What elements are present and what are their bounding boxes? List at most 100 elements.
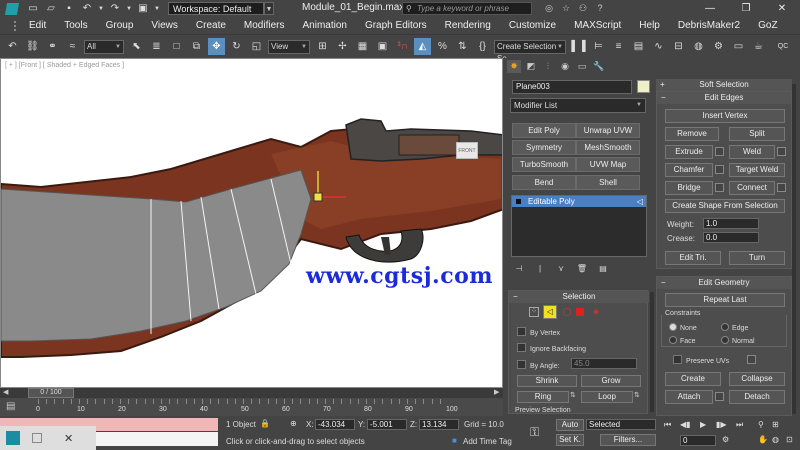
previous-frame-icon[interactable]: ◀▮ [680,420,691,429]
ribbon-toggle-icon[interactable]: ▤ [630,38,647,55]
pivot-center-icon[interactable]: ⊞ [314,38,331,55]
x-coordinate-field[interactable]: -43.034 [315,419,355,430]
modifier-button-shell[interactable]: Shell [576,175,640,190]
workspace-dropdown-arrow-icon[interactable]: ▼ [264,2,274,15]
turn-button[interactable]: Turn [729,251,785,265]
create-shape-from-selection-button[interactable]: Create Shape From Selection [665,199,785,213]
motion-tab-icon[interactable]: ◉ [558,60,572,73]
edit-tri-button[interactable]: Edit Tri. [665,251,721,265]
extrude-settings-icon[interactable] [715,147,724,156]
ring-spinner-icon[interactable]: ⇅ [570,391,576,399]
time-slider[interactable]: ◀ 0 / 100 ▶ [0,388,503,398]
grow-button[interactable]: Grow [581,375,641,387]
undo-icon[interactable]: ↶ [80,3,94,15]
by-angle-spinner[interactable]: 45.0 [571,358,637,369]
restore-icon[interactable] [32,433,42,443]
maximize-button[interactable]: ❐ [728,0,764,17]
modifier-list-dropdown[interactable]: Modifier List [510,98,646,113]
border-mode-icon[interactable]: ◯ [562,307,572,317]
constraint-face-radio[interactable]: Face [669,336,696,345]
display-tab-icon[interactable]: ▭ [575,60,589,73]
y-coordinate-field[interactable]: -5.001 [367,419,407,430]
undo-dropdown-icon[interactable]: ▼ [98,3,104,15]
material-editor-icon[interactable]: ◍ [690,38,707,55]
left-panel-scrollbar[interactable] [650,292,654,412]
key-filters-button[interactable]: Filters... [600,434,656,446]
key-filter-dropdown[interactable]: Selected [586,419,656,430]
select-and-rotate-icon[interactable]: ↻ [228,38,245,55]
weight-spinner[interactable]: 1.0 [703,218,759,229]
project-dropdown-icon[interactable]: ▼ [154,3,160,15]
menu-customize[interactable]: Customize [500,17,565,34]
track-bar-toggle-icon[interactable]: ▤ [6,401,15,412]
modifier-button-turbosmooth[interactable]: TurboSmooth [512,157,576,172]
bind-space-warp-icon[interactable]: ≈ [64,38,81,55]
modifier-button-uvw-map[interactable]: UVW Map [576,157,640,172]
z-coordinate-field[interactable]: 13.134 [419,419,459,430]
help-icon[interactable]: ? [593,2,607,15]
repeat-last-button[interactable]: Repeat Last [665,293,785,307]
vertex-mode-icon[interactable]: ⁘ [529,307,539,317]
rendered-frame-window-icon[interactable]: ▭ [730,38,747,55]
menu-graph-editors[interactable]: Graph Editors [356,17,436,34]
make-unique-icon[interactable]: ⋎ [555,263,567,274]
close-taskbar-icon[interactable]: ✕ [64,432,73,445]
menu-rendering[interactable]: Rendering [436,17,500,34]
object-name-field[interactable]: Plane003 [512,80,632,94]
edit-edges-rollout-header[interactable]: − Edit Edges [657,92,791,104]
element-mode-icon[interactable]: ◈ [591,307,601,317]
key-icon[interactable]: ⚿ [530,425,539,440]
modifier-button-edit-poly[interactable]: Edit Poly [512,123,576,138]
bridge-button[interactable]: Bridge [665,181,713,195]
select-and-move-icon[interactable]: ✥ [208,38,225,55]
menu-group[interactable]: Group [97,17,143,34]
render-setup-icon[interactable]: ⚙ [710,38,727,55]
split-button[interactable]: Split [729,127,785,141]
front-viewport[interactable]: [ + ] [Front ] [ Shaded + Edged Faces ] … [0,58,503,388]
transform-mode-icon[interactable]: ⊕ [290,419,297,428]
modifier-button-bend[interactable]: Bend [512,175,576,190]
menu-edit[interactable]: Edit [20,17,55,34]
configure-modifier-sets-icon[interactable]: ▤ [597,263,609,274]
by-angle-checkbox[interactable]: By Angle: [517,360,560,370]
close-button[interactable]: ✕ [764,0,800,17]
render-production-icon[interactable]: ☕ [750,38,767,55]
curve-editor-icon[interactable]: ∿ [650,38,667,55]
pan-icon[interactable]: ✋ [758,435,768,444]
named-selection-set-dropdown[interactable]: Create Selection Se [494,39,566,63]
time-slider-left-arrow-icon[interactable]: ◀ [3,388,8,396]
time-config-icon[interactable]: ⚙ [722,435,729,444]
modifier-stack[interactable]: Editable Poly ◁ [511,195,647,257]
reference-coordinate-dropdown[interactable]: View [268,39,310,54]
zoom-icon[interactable]: ⚲ [758,420,764,429]
manipulate-icon[interactable]: ✢ [334,38,351,55]
utilities-tab-icon[interactable]: 🔧 [592,60,606,73]
go-to-end-icon[interactable]: ⏭ [736,420,743,430]
minimize-button[interactable]: — [692,0,728,17]
track-bar[interactable]: ▤ 0 10 20 30 40 50 60 70 80 90 100 [0,398,503,416]
soft-selection-rollout-header[interactable]: + Soft Selection [656,79,792,91]
create-tab-icon[interactable]: ✸ [507,60,521,73]
schematic-view-icon[interactable]: ⊟ [670,38,687,55]
attach-settings-icon[interactable] [715,392,724,401]
ignore-backfacing-checkbox[interactable]: Ignore Backfacing [517,343,586,353]
snap-3-icon[interactable]: ³∩ [394,38,411,55]
maximize-viewport-icon[interactable]: ⊡ [786,435,793,444]
viewcube[interactable]: FRONT [456,142,478,159]
select-object-icon[interactable]: ⬉ [128,38,145,55]
by-vertex-checkbox[interactable]: By Vertex [517,327,560,337]
constraint-normal-radio[interactable]: Normal [721,336,755,345]
bridge-settings-icon[interactable] [715,183,724,192]
unlink-icon[interactable]: ⚭ [44,38,61,55]
angle-snap-icon[interactable]: ◭ [414,38,431,55]
weld-settings-icon[interactable] [777,147,786,156]
orbit-icon[interactable]: ◍ [772,435,779,444]
remove-modifier-icon[interactable]: 🗑 [576,263,588,274]
app-taskbar-icon[interactable] [6,431,20,445]
rectangular-selection-icon[interactable]: □ [168,38,185,55]
pin-stack-icon[interactable]: ⊣ [513,263,525,274]
next-frame-icon[interactable]: ▮▶ [716,420,727,429]
select-by-name-icon[interactable]: ≣ [148,38,165,55]
remove-button[interactable]: Remove [665,127,719,141]
create-button[interactable]: Create [665,372,721,386]
